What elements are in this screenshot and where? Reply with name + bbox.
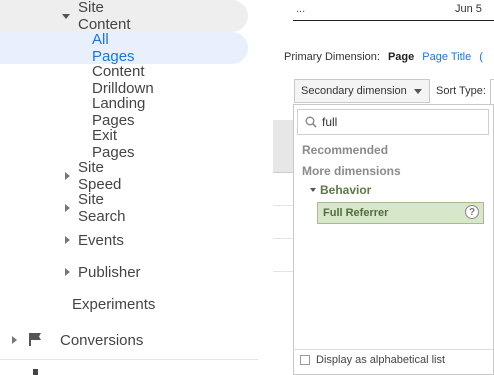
primary-dimension-page-title[interactable]: Page Title — [422, 51, 471, 63]
more-dimensions-heading: More dimensions — [302, 164, 401, 178]
chart-axis-line — [293, 20, 494, 21]
sidebar-item-label: Events — [78, 231, 124, 249]
sidebar-item-label: Experiments — [72, 295, 156, 313]
chevron-down-icon — [310, 188, 316, 192]
dimension-search — [297, 109, 489, 135]
behavior-group-label: Behavior — [320, 183, 372, 197]
secondary-dimension-label: Secondary dimension — [301, 85, 407, 97]
table-header-fragment — [273, 120, 293, 173]
primary-dimension-row: Primary Dimension: Page Page Title ( — [284, 51, 483, 63]
row-divider — [273, 205, 293, 206]
primary-dimension-label: Primary Dimension: — [284, 51, 380, 63]
row-divider — [273, 238, 293, 239]
primary-dimension-more[interactable]: ( — [479, 51, 483, 63]
recommended-heading: Recommended — [302, 143, 389, 157]
chevron-right-icon — [65, 268, 70, 276]
sidebar-item-label: Site Speed — [78, 159, 122, 193]
secondary-dimension-dropdown: Recommended More dimensions Behavior Ful… — [293, 104, 494, 375]
sidebar-item-label: Content Drilldown — [92, 63, 154, 97]
chevron-right-icon — [65, 204, 70, 212]
chevron-right-icon — [12, 336, 17, 344]
divider — [0, 359, 258, 360]
dimension-option-label: Full Referrer — [323, 207, 389, 219]
secondary-dimension-button[interactable]: Secondary dimension — [294, 79, 430, 103]
sidebar-item-label: Landing Pages — [92, 95, 146, 129]
sidebar-item-label: Exit Pages — [92, 127, 135, 161]
sidebar-item-label: All Pages — [92, 31, 135, 65]
divider — [294, 349, 493, 350]
search-input[interactable] — [322, 113, 482, 131]
primary-dimension-page[interactable]: Page — [388, 51, 414, 63]
partial-icon — [33, 369, 38, 375]
sort-type-select[interactable] — [490, 79, 494, 105]
sidebar: Site Content All Pages Content Drilldown… — [0, 0, 273, 375]
sidebar-item-label: Site Search — [78, 191, 126, 225]
dimension-option-full-referrer[interactable]: Full Referrer ? — [317, 202, 484, 224]
alphabetical-label: Display as alphabetical list — [316, 354, 446, 366]
search-icon — [305, 116, 317, 128]
chevron-right-icon — [65, 172, 70, 180]
help-icon[interactable]: ? — [465, 205, 479, 219]
sidebar-item-label: Publisher — [78, 263, 141, 281]
alphabetical-checkbox[interactable] — [300, 355, 310, 365]
alphabetical-toggle[interactable]: Display as alphabetical list — [300, 354, 445, 366]
date-label: Jun 5 — [455, 3, 482, 15]
sidebar-item-label: Conversions — [60, 331, 144, 349]
truncated-value: ... — [296, 3, 306, 15]
sidebar-item-label: Site Content — [78, 0, 131, 33]
behavior-group[interactable]: Behavior — [310, 183, 371, 197]
sort-type-label: Sort Type: — [436, 85, 486, 97]
row-divider — [273, 271, 293, 272]
chevron-right-icon — [65, 236, 70, 244]
chevron-down-icon — [62, 14, 70, 19]
chevron-down-icon — [414, 89, 422, 94]
flag-icon — [29, 333, 41, 346]
